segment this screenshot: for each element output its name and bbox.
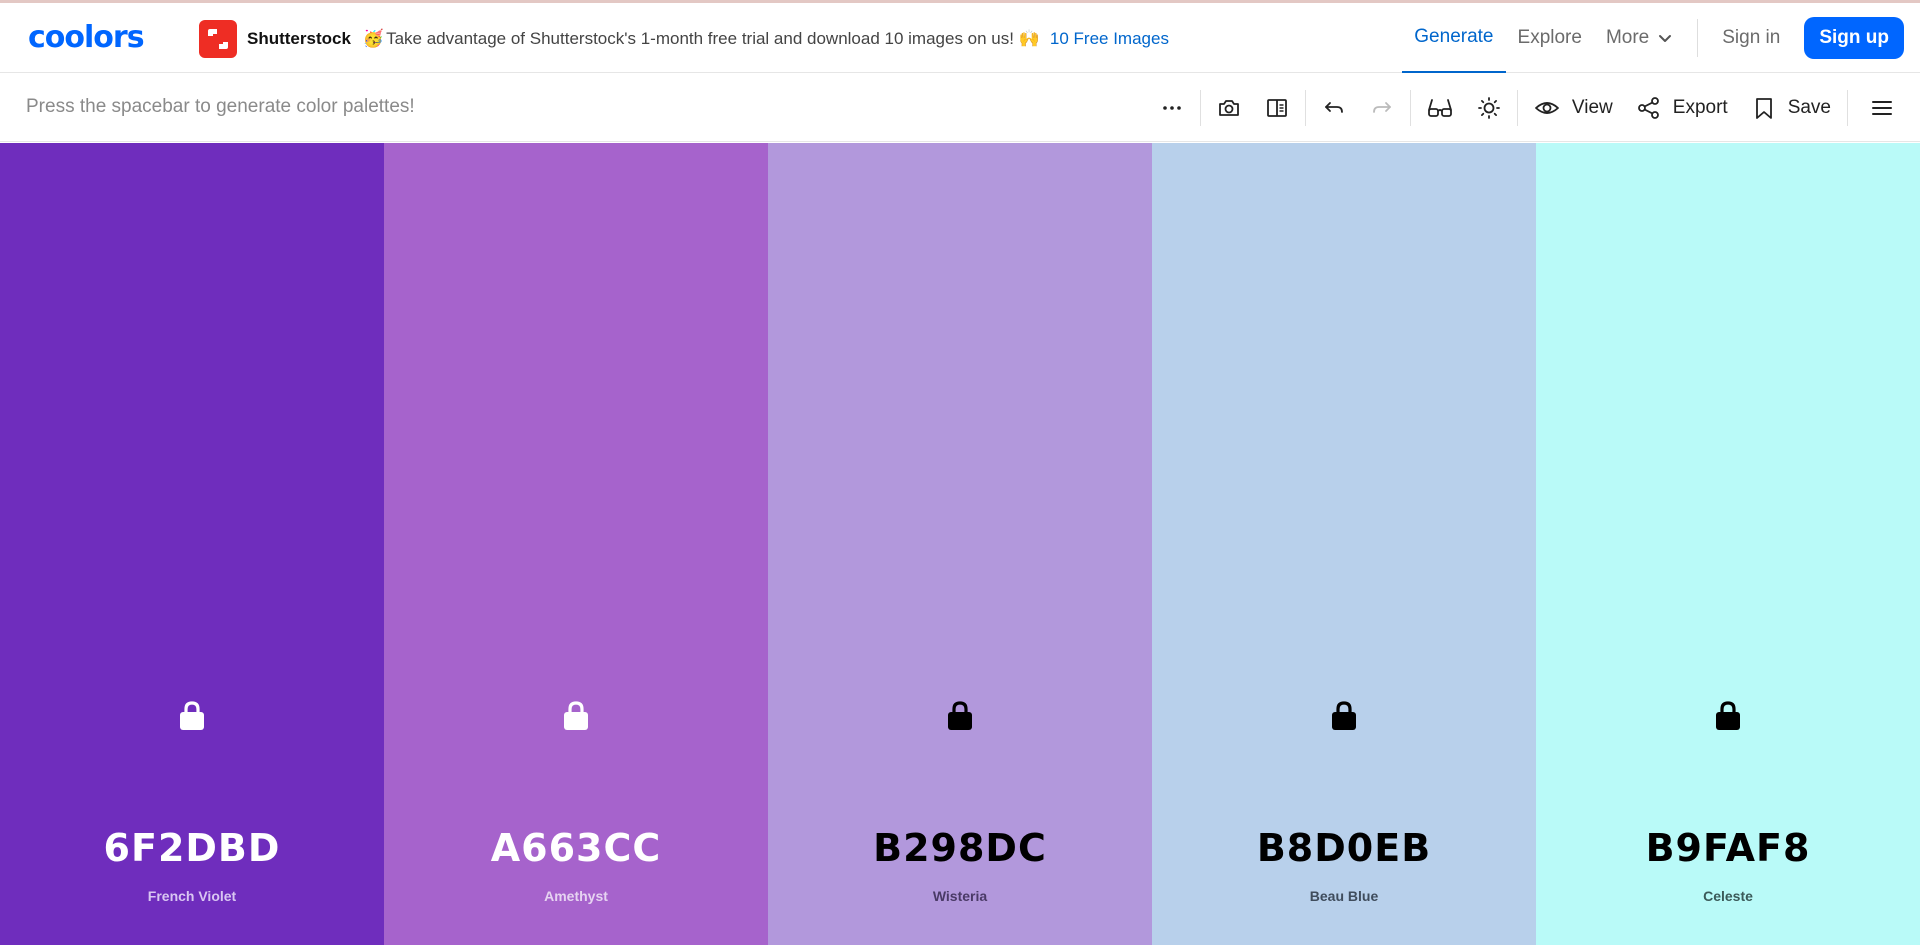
color-swatch[interactable]: B9FAF8 Celeste — [1536, 143, 1920, 945]
lock-icon[interactable] — [946, 699, 974, 731]
hamburger-menu-icon — [1872, 101, 1892, 115]
palette-toolbar: Press the spacebar to generate color pal… — [0, 74, 1920, 142]
toolbar-divider — [1304, 90, 1306, 126]
hex-code[interactable]: B298DC — [768, 826, 1152, 870]
party-face-icon: 🥳 — [362, 29, 385, 48]
brightness-icon — [1478, 97, 1500, 119]
logo-text: coolors — [28, 19, 145, 55]
save-label: Save — [1787, 97, 1831, 118]
bookmark-icon — [1755, 98, 1772, 119]
nav-more[interactable]: More — [1594, 3, 1685, 73]
ad-brand-name: Shutterstock — [247, 29, 351, 48]
eye-icon — [1535, 102, 1559, 114]
color-swatch[interactable]: A663CC Amethyst — [384, 143, 768, 945]
nav-more-label: More — [1605, 27, 1650, 48]
hex-code[interactable]: A663CC — [384, 826, 768, 870]
more-options-button[interactable] — [1148, 74, 1196, 142]
save-button[interactable]: Save — [1740, 74, 1843, 142]
lock-icon[interactable] — [178, 699, 206, 731]
redo-button[interactable] — [1358, 74, 1406, 142]
top-navigation: coolors Shutterstock 🥳 Take advantage of… — [0, 3, 1920, 73]
color-name[interactable]: Wisteria — [768, 888, 1152, 904]
color-palette: 6F2DBD French Violet A663CC Amethyst B29… — [0, 143, 1920, 945]
export-label: Export — [1672, 97, 1728, 118]
spacebar-hint: Press the spacebar to generate color pal… — [26, 96, 415, 117]
shutterstock-logo-icon — [199, 20, 237, 58]
color-swatch[interactable]: B298DC Wisteria — [768, 143, 1152, 945]
undo-icon — [1325, 102, 1343, 113]
color-swatch[interactable]: 6F2DBD French Violet — [0, 143, 384, 945]
toolbar-divider — [1199, 90, 1201, 126]
nav-explore[interactable]: Explore — [1506, 3, 1594, 73]
hamburger-menu-button[interactable] — [1852, 74, 1920, 142]
hex-code[interactable]: 6F2DBD — [0, 826, 384, 870]
share-icon — [1637, 97, 1659, 119]
toolbar-actions: View Export Save — [1148, 74, 1920, 142]
export-button[interactable]: Export — [1625, 74, 1740, 142]
lock-icon[interactable] — [1714, 699, 1742, 731]
toolbar-divider — [1847, 90, 1848, 126]
glasses-icon — [1428, 99, 1452, 117]
sign-up-button[interactable]: Sign up — [1804, 17, 1904, 59]
sign-in-link[interactable]: Sign in — [1710, 3, 1792, 73]
brightness-button[interactable] — [1465, 74, 1513, 142]
side-panel-button[interactable] — [1253, 74, 1301, 142]
color-name[interactable]: Celeste — [1536, 888, 1920, 904]
redo-icon — [1373, 102, 1391, 113]
hex-code[interactable]: B9FAF8 — [1536, 826, 1920, 870]
color-blindness-button[interactable] — [1415, 74, 1465, 142]
toolbar-divider — [1409, 90, 1411, 126]
coolors-logo[interactable]: coolors — [28, 19, 145, 55]
view-button[interactable]: View — [1522, 74, 1625, 142]
color-swatch[interactable]: B8D0EB Beau Blue — [1152, 143, 1536, 945]
color-name[interactable]: Beau Blue — [1152, 888, 1536, 904]
nav-divider — [1697, 19, 1699, 57]
toolbar-divider — [1516, 90, 1518, 126]
lock-icon[interactable] — [562, 699, 590, 731]
hex-code[interactable]: B8D0EB — [1152, 826, 1536, 870]
view-label: View — [1571, 97, 1613, 118]
more-options-icon — [1163, 106, 1181, 110]
nav-generate[interactable]: Generate — [1402, 3, 1506, 73]
ad-message: Take advantage of Shutterstock's 1-month… — [386, 29, 1040, 48]
panel-icon — [1267, 99, 1287, 117]
lock-icon[interactable] — [1330, 699, 1358, 731]
free-images-link[interactable]: 10 Free Images — [1050, 29, 1169, 49]
chevron-down-icon — [1659, 35, 1672, 42]
camera-button[interactable] — [1205, 74, 1253, 142]
undo-button[interactable] — [1310, 74, 1358, 142]
main-nav: Generate Explore More Sign in Sign up — [1402, 3, 1920, 73]
color-name[interactable]: Amethyst — [384, 888, 768, 904]
color-name[interactable]: French Violet — [0, 888, 384, 904]
sponsored-banner[interactable]: Shutterstock 🥳 Take advantage of Shutter… — [199, 19, 1169, 59]
camera-icon — [1219, 100, 1239, 116]
